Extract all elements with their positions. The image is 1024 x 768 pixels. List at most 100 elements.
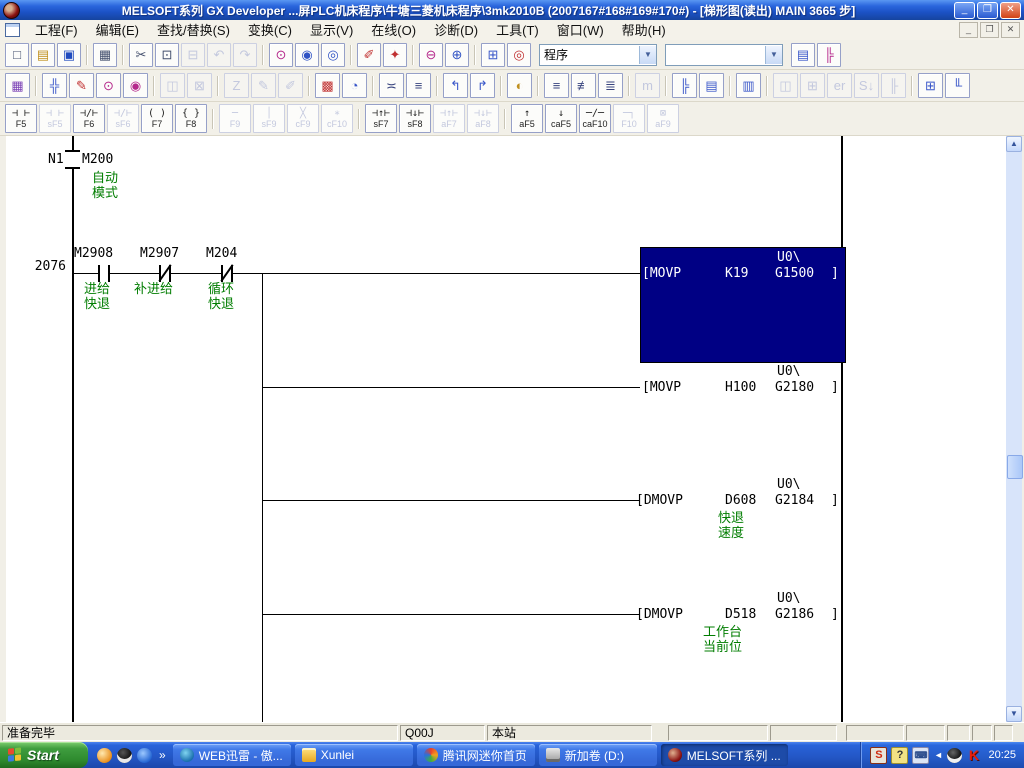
closed-contact-button[interactable]: ⊣/⊢ F6 — [73, 104, 105, 133]
parallel-open-contact-button[interactable]: ⊣ ⊢ sF5 — [39, 104, 71, 133]
combo-dropdown-arrow[interactable]: ▼ — [639, 45, 656, 64]
mdi-restore-button[interactable]: ❐ — [980, 22, 999, 38]
symbol-edit-button[interactable]: ✎ — [69, 73, 94, 98]
ime-help-icon[interactable]: ? — [891, 746, 909, 764]
taskbar-button-xunlei-folder[interactable]: Xunlei — [294, 744, 413, 766]
menu-item[interactable]: 查找/替换(S) — [148, 21, 239, 40]
save-button[interactable]: ▣ — [57, 42, 81, 67]
rising-pulse-button[interactable]: ⊣↑⊢ sF7 — [365, 104, 397, 133]
taskbar-button-melsoft[interactable]: MELSOFT系列 ... — [660, 744, 788, 766]
ladder-monitor-button[interactable]: ▦ — [5, 73, 30, 98]
child-window-icon[interactable] — [5, 23, 20, 37]
taskbar-button-volume-d[interactable]: 新加卷 (D:) — [538, 744, 657, 766]
tray-collapse-chevron[interactable]: ◄ — [933, 748, 943, 763]
paste-button[interactable]: ⊟ — [181, 42, 205, 67]
delete-horizontal-line-button[interactable]: ╳ cF9 — [287, 104, 319, 133]
menu-item[interactable]: 诊断(D) — [425, 21, 487, 40]
parallel-closed-contact-button[interactable]: ⊣/⊢ sF6 — [107, 104, 139, 133]
quicklaunch-media-player-icon[interactable] — [134, 744, 154, 766]
comment-display-button[interactable]: ≡ — [544, 73, 569, 98]
rising-pulse-op-button[interactable]: ↑ aF5 — [511, 104, 543, 133]
parallel-rising-pulse-button[interactable]: ⊣↑⊢ aF7 — [433, 104, 465, 133]
project-list-button[interactable]: ╠ — [672, 73, 697, 98]
scrollbar-thumb[interactable] — [1007, 455, 1023, 479]
open-contact-button[interactable]: ⊣ ⊢ F5 — [5, 104, 37, 133]
partial-edit-button[interactable]: ✎ — [251, 73, 276, 98]
cut-button[interactable]: ✂ — [129, 42, 153, 67]
trace-button[interactable]: ◫ — [160, 73, 185, 98]
invert-operation-button[interactable]: ─∕─ caF10 — [579, 104, 611, 133]
vertical-scrollbar[interactable]: ▲ ▼ — [1006, 136, 1023, 722]
zoom-out-button[interactable]: ⊖ — [419, 42, 443, 67]
monitor-start-button[interactable]: ≍ — [379, 73, 404, 98]
horizontal-line-button[interactable]: ─ F9 — [219, 104, 251, 133]
macro-button[interactable]: m — [635, 73, 660, 98]
soft-keyboard-icon[interactable]: ⌨ — [912, 746, 930, 764]
device-test-button[interactable]: ✐ — [357, 42, 381, 67]
new-button[interactable]: □ — [5, 42, 29, 67]
maximize-button[interactable]: ❐ — [977, 1, 998, 19]
jump-dest-button[interactable]: ↱ — [470, 73, 495, 98]
minimize-button[interactable]: _ — [954, 1, 975, 19]
redo-button[interactable]: ↷ — [233, 42, 257, 67]
find-device-button[interactable]: ◉ — [295, 42, 319, 67]
program-type-combo[interactable]: 程序 ▼ — [539, 43, 657, 66]
note-display-button[interactable]: ≣ — [598, 73, 623, 98]
menu-item[interactable]: 帮助(H) — [613, 21, 675, 40]
step-execute-button[interactable]: S↓ — [854, 73, 879, 98]
menu-item[interactable]: 编辑(E) — [87, 21, 148, 40]
doc-preview-button[interactable]: ▤ — [791, 42, 815, 67]
falling-pulse-op-button[interactable]: ↓ caF5 — [545, 104, 577, 133]
device-memory-button[interactable]: ▩ — [315, 73, 340, 98]
menu-item[interactable]: 变换(C) — [239, 21, 301, 40]
device-find-edit-button[interactable]: ◉ — [123, 73, 148, 98]
delete-vertical-line-button[interactable]: ∗ cF10 — [321, 104, 353, 133]
menu-item[interactable]: 在线(O) — [362, 21, 425, 40]
find-history-combo[interactable]: ▼ — [665, 43, 783, 66]
horizontal-line-f10-button[interactable]: ─┐ F10 — [613, 104, 645, 133]
block-select-button[interactable]: ╟ — [881, 73, 906, 98]
monitor-condition-button[interactable]: ◐ — [507, 73, 532, 98]
error-jump-button[interactable]: er — [827, 73, 852, 98]
comment-edit-button[interactable]: ▤ — [699, 73, 724, 98]
find-instruction-button[interactable]: ◎ — [321, 42, 345, 67]
list-down-button[interactable]: ╙ — [945, 73, 970, 98]
quicklaunch-bird-icon[interactable] — [94, 744, 114, 766]
menu-item[interactable]: 工程(F) — [26, 21, 87, 40]
statement-display-button[interactable]: ≢ — [571, 73, 596, 98]
trace-stop-button[interactable]: ⊠ — [187, 73, 212, 98]
combo-dropdown-arrow[interactable]: ▼ — [765, 45, 782, 64]
menu-item[interactable]: 窗口(W) — [548, 21, 613, 40]
undo-button[interactable]: ↶ — [207, 42, 231, 67]
start-button[interactable]: Start — [0, 742, 88, 768]
taskbar-button-tencent-home[interactable]: 腾讯网迷你首页 — [416, 744, 535, 766]
coil-button[interactable]: ( ) F7 — [141, 104, 173, 133]
cross-reference-button[interactable]: ◎ — [507, 42, 531, 67]
scroll-down-button[interactable]: ▼ — [1006, 706, 1022, 722]
partial-convert-button[interactable]: Z — [224, 73, 249, 98]
window-split-button[interactable]: ⊞ — [918, 73, 943, 98]
zoom-in-button[interactable]: ⊕ — [445, 42, 469, 67]
find-button[interactable]: ⊙ — [269, 42, 293, 67]
device-find-button[interactable]: ⊙ — [96, 73, 121, 98]
parallel-falling-pulse-button[interactable]: ⊣↓⊢ aF8 — [467, 104, 499, 133]
delete-box-button[interactable]: ⊠ aF9 — [647, 104, 679, 133]
multi-monitor-button[interactable]: ⊞ — [800, 73, 825, 98]
kingsoft-tray-icon[interactable]: K — [966, 747, 981, 763]
jump-source-button[interactable]: ↰ — [443, 73, 468, 98]
mdi-minimize-button[interactable]: _ — [959, 22, 978, 38]
quick-launch-overflow-chevron[interactable]: » — [154, 748, 171, 762]
copy-button[interactable]: ⊡ — [155, 42, 179, 67]
symbol-list-button[interactable]: ╬ — [42, 73, 67, 98]
ladder-editor[interactable]: N1 M200 自动 模式 2076 M2908 进给 快退 M2907 补进给… — [6, 136, 1006, 722]
monitor-stop-button[interactable]: ≡ — [406, 73, 431, 98]
menu-item[interactable]: 工具(T) — [487, 21, 548, 40]
open-button[interactable]: ▤ — [31, 42, 55, 67]
close-button[interactable]: ✕ — [1000, 1, 1021, 19]
application-instruction-button[interactable]: { } F8 — [175, 104, 207, 133]
online-change-button[interactable]: ◫ — [773, 73, 798, 98]
entry-monitor-button[interactable]: ◔ — [342, 73, 367, 98]
forced-onoff-button[interactable]: ✦ — [383, 42, 407, 67]
print-button[interactable]: ▦ — [93, 42, 117, 67]
qq-tray-icon[interactable] — [947, 747, 963, 763]
